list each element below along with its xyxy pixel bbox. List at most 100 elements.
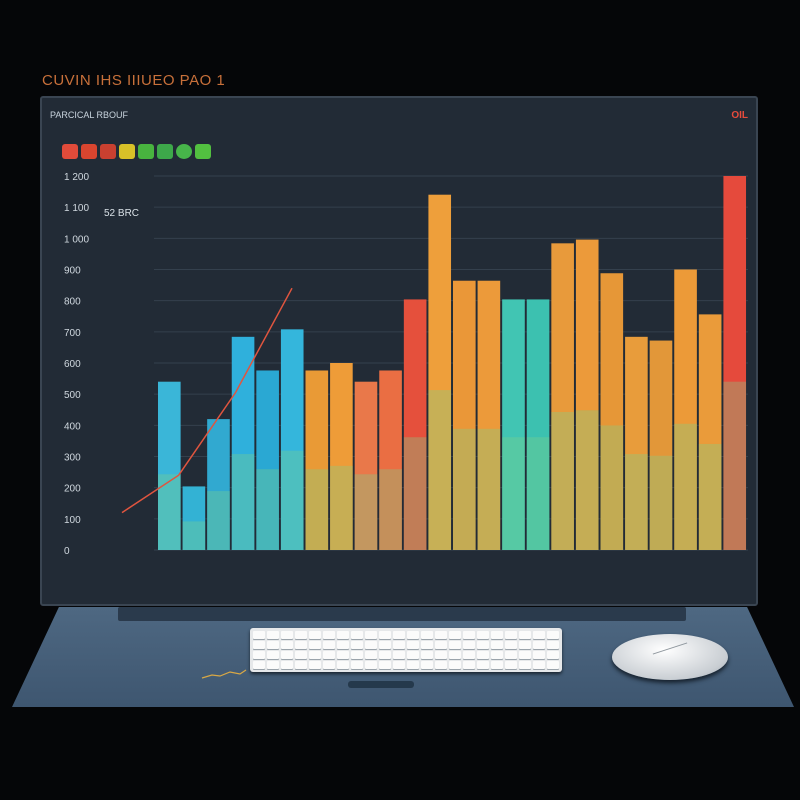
keyboard-key[interactable] (491, 651, 503, 659)
keyboard-key[interactable] (519, 641, 531, 649)
keyboard-key[interactable] (337, 641, 349, 649)
keyboard-key[interactable] (365, 661, 377, 669)
keyboard-key[interactable] (477, 651, 489, 659)
bar-shade (453, 428, 476, 550)
keyboard-key[interactable] (533, 641, 545, 649)
app-caption: CUVIN IHS IIIUEO PAO 1 (42, 72, 226, 89)
keyboard-key[interactable] (281, 641, 293, 649)
keyboard-key[interactable] (435, 651, 447, 659)
keyboard-key[interactable] (421, 641, 433, 649)
keyboard-key[interactable] (407, 631, 419, 639)
keyboard-key[interactable] (449, 641, 461, 649)
keyboard-key[interactable] (337, 661, 349, 669)
keyboard-key[interactable] (337, 631, 349, 639)
keyboard-key[interactable] (421, 631, 433, 639)
keyboard-key[interactable] (463, 661, 475, 669)
keyboard-key[interactable] (477, 661, 489, 669)
keyboard-key[interactable] (309, 631, 321, 639)
computer-mouse[interactable] (612, 634, 728, 680)
keyboard-key[interactable] (379, 641, 391, 649)
keyboard-key[interactable] (351, 641, 363, 649)
keyboard-key[interactable] (351, 661, 363, 669)
keyboard-key[interactable] (407, 651, 419, 659)
bar-shade (379, 469, 402, 550)
bar-shade (625, 454, 648, 550)
keyboard-key[interactable] (253, 651, 265, 659)
keyboard-key[interactable] (351, 631, 363, 639)
bar-shade (354, 474, 378, 550)
keyboard-key[interactable] (449, 661, 461, 669)
keyboard[interactable] (250, 628, 562, 672)
bar-shade (674, 423, 697, 550)
keyboard-key[interactable] (365, 631, 377, 639)
keyboard-key[interactable] (281, 631, 293, 639)
keyboard-key[interactable] (547, 641, 559, 649)
keyboard-key[interactable] (365, 641, 377, 649)
keyboard-key[interactable] (253, 641, 265, 649)
y-tick-label: 100 (64, 515, 81, 526)
keyboard-key[interactable] (435, 661, 447, 669)
keyboard-key[interactable] (295, 631, 307, 639)
keyboard-key[interactable] (463, 651, 475, 659)
keyboard-key[interactable] (421, 661, 433, 669)
keyboard-key[interactable] (267, 631, 279, 639)
keyboard-key[interactable] (393, 661, 405, 669)
keyboard-key[interactable] (519, 661, 531, 669)
keyboard-key[interactable] (281, 661, 293, 669)
keyboard-key[interactable] (393, 641, 405, 649)
keyboard-key[interactable] (365, 651, 377, 659)
keyboard-key[interactable] (351, 651, 363, 659)
bar-shade (600, 425, 624, 550)
keyboard-key[interactable] (519, 651, 531, 659)
keyboard-key[interactable] (505, 641, 517, 649)
bar-shade (502, 437, 525, 550)
keyboard-key[interactable] (295, 641, 307, 649)
keyboard-key[interactable] (295, 661, 307, 669)
keyboard-key[interactable] (393, 651, 405, 659)
keyboard-key[interactable] (267, 661, 279, 669)
keyboard-key[interactable] (253, 631, 265, 639)
keyboard-key[interactable] (267, 641, 279, 649)
y-tick-label: 0 (64, 546, 70, 557)
keyboard-key[interactable] (547, 651, 559, 659)
keyboard-key[interactable] (253, 661, 265, 669)
keyboard-key[interactable] (533, 651, 545, 659)
keyboard-key[interactable] (533, 661, 545, 669)
keyboard-key[interactable] (491, 641, 503, 649)
keyboard-key[interactable] (309, 661, 321, 669)
keyboard-key[interactable] (519, 631, 531, 639)
keyboard-key[interactable] (449, 631, 461, 639)
keyboard-key[interactable] (323, 661, 335, 669)
keyboard-key[interactable] (477, 641, 489, 649)
keyboard-key[interactable] (379, 651, 391, 659)
keyboard-key[interactable] (477, 631, 489, 639)
keyboard-key[interactable] (337, 651, 349, 659)
keyboard-key[interactable] (281, 651, 293, 659)
keyboard-key[interactable] (463, 631, 475, 639)
keyboard-key[interactable] (463, 641, 475, 649)
keyboard-key[interactable] (309, 641, 321, 649)
keyboard-key[interactable] (379, 631, 391, 639)
keyboard-key[interactable] (323, 651, 335, 659)
keyboard-key[interactable] (449, 651, 461, 659)
keyboard-key[interactable] (323, 631, 335, 639)
keyboard-key[interactable] (505, 631, 517, 639)
keyboard-key[interactable] (393, 631, 405, 639)
keyboard-key[interactable] (491, 631, 503, 639)
keyboard-key[interactable] (309, 651, 321, 659)
keyboard-key[interactable] (505, 651, 517, 659)
keyboard-key[interactable] (547, 631, 559, 639)
keyboard-key[interactable] (267, 651, 279, 659)
keyboard-key[interactable] (379, 661, 391, 669)
keyboard-key[interactable] (491, 661, 503, 669)
keyboard-key[interactable] (407, 661, 419, 669)
keyboard-key[interactable] (547, 661, 559, 669)
keyboard-key[interactable] (435, 631, 447, 639)
keyboard-key[interactable] (421, 651, 433, 659)
keyboard-key[interactable] (533, 631, 545, 639)
keyboard-key[interactable] (505, 661, 517, 669)
keyboard-key[interactable] (323, 641, 335, 649)
keyboard-key[interactable] (435, 641, 447, 649)
keyboard-key[interactable] (295, 651, 307, 659)
keyboard-key[interactable] (407, 641, 419, 649)
